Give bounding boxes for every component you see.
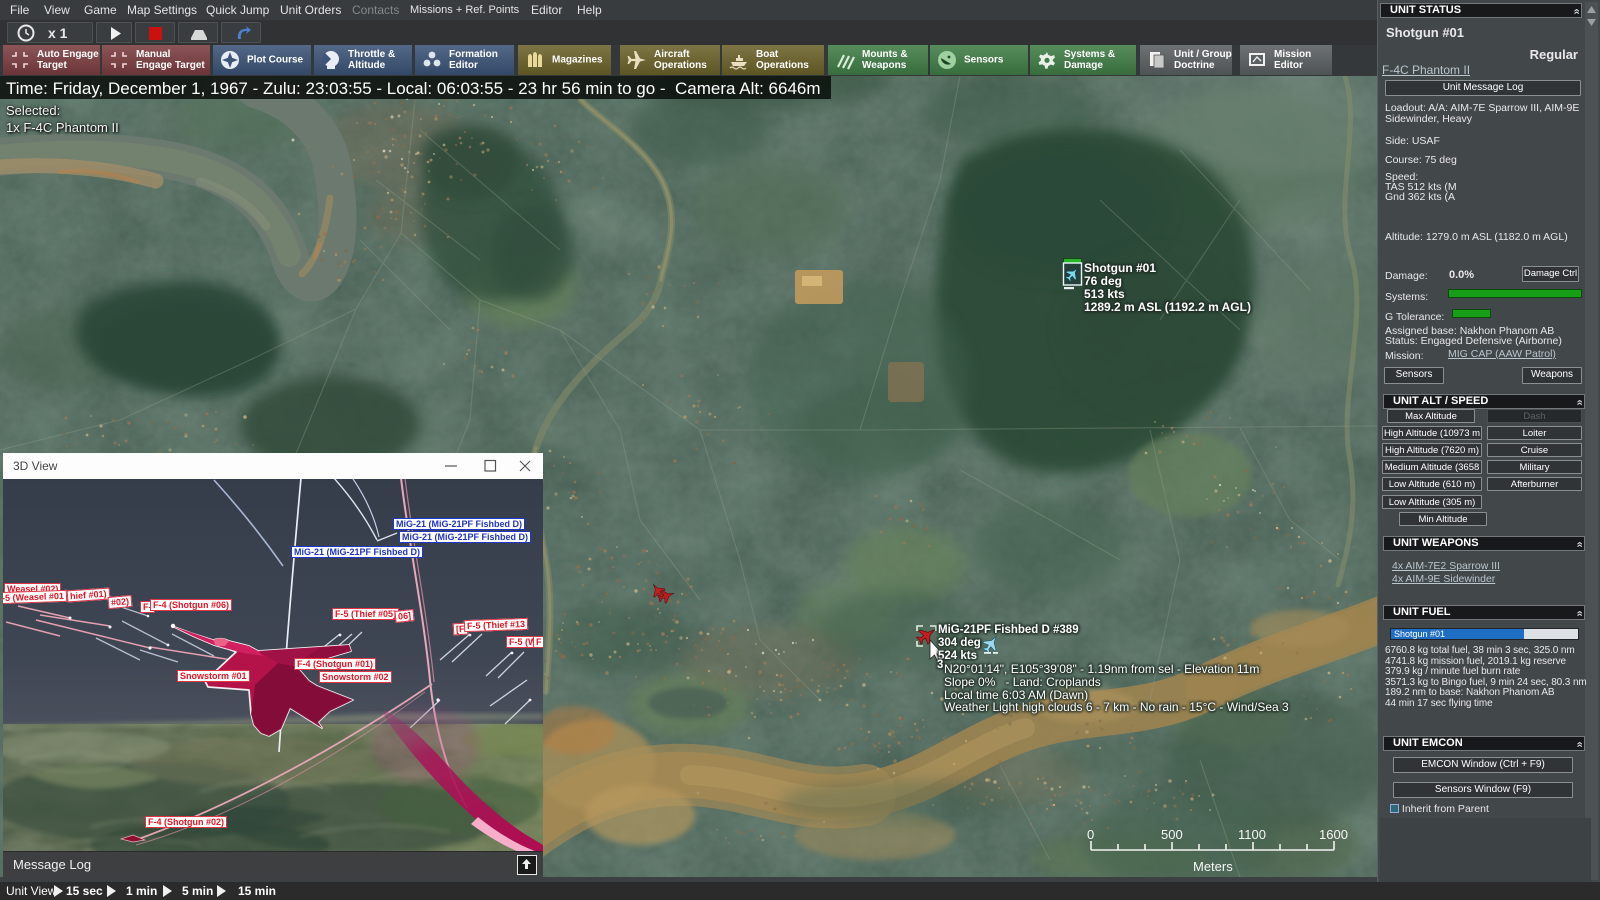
svg-text:15 sec: 15 sec xyxy=(66,884,103,898)
svg-text:x 1: x 1 xyxy=(48,25,68,41)
svg-text:500: 500 xyxy=(1161,827,1183,842)
svg-text:15 min: 15 min xyxy=(238,884,276,898)
svg-text:0: 0 xyxy=(1087,827,1094,842)
svg-text:1100: 1100 xyxy=(1238,827,1266,842)
svg-text:Meters: Meters xyxy=(1193,859,1233,874)
svg-text:1600: 1600 xyxy=(1319,827,1348,842)
svg-text:5 min: 5 min xyxy=(182,884,213,898)
svg-text:1 min: 1 min xyxy=(126,884,157,898)
